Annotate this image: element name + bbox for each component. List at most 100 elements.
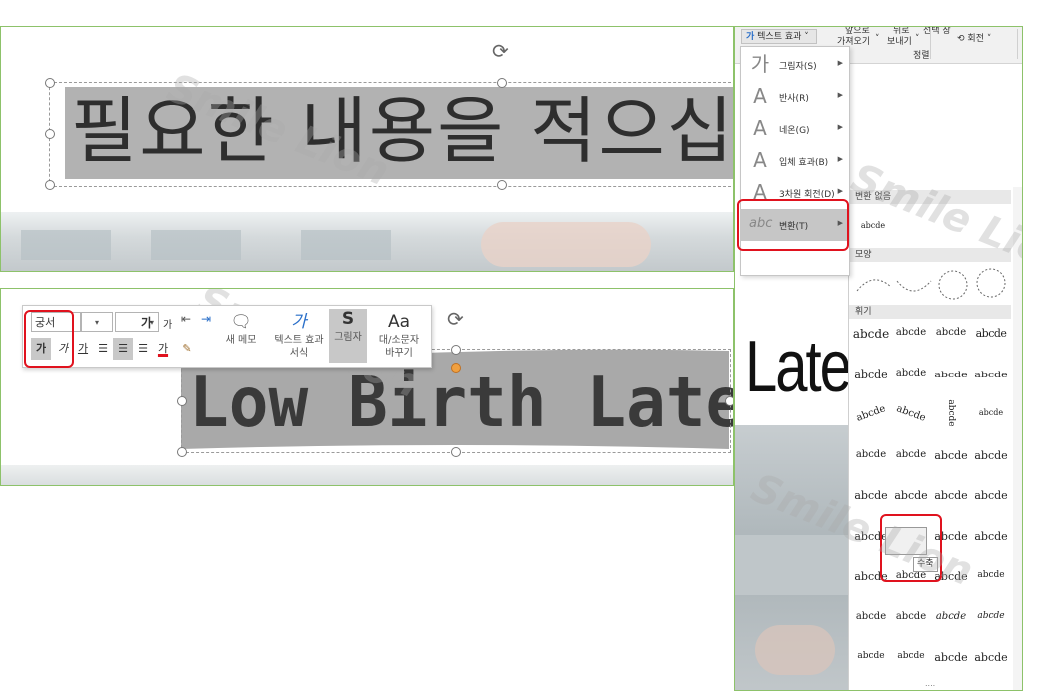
slide-panel-top: 필요한 내용을 적으십 ⟳ Smile Lion bbox=[0, 26, 734, 272]
resize-handle[interactable] bbox=[497, 78, 507, 88]
warp-option[interactable]: abcde bbox=[851, 651, 891, 661]
text-effects-label: 텍스트 효과 bbox=[757, 32, 802, 42]
new-memo-button[interactable]: 🗨 새 메모 bbox=[223, 312, 259, 347]
ribbon-menu-panel: 가 텍스트 효과 ˅ 앞으로 뒤로 선택 창 가져오기 ˅ 보내기 ˅ ⟲ 회전… bbox=[734, 26, 1023, 691]
rotate-icon: ⟲ bbox=[957, 34, 965, 44]
font-color-button[interactable]: 가 bbox=[153, 338, 173, 360]
resize-handle[interactable] bbox=[45, 78, 55, 88]
resize-handle[interactable] bbox=[497, 180, 507, 190]
rotate-handle-icon[interactable]: ⟳ bbox=[447, 307, 464, 331]
glow-effect-icon: A bbox=[753, 116, 767, 140]
warp-option[interactable]: abcde bbox=[851, 449, 891, 460]
chevron-right-icon: ▶ bbox=[837, 155, 843, 163]
highlight-box-transform bbox=[737, 199, 849, 251]
warp-option[interactable]: abcde bbox=[891, 651, 931, 661]
increase-indent-icon[interactable]: ⇥ bbox=[201, 312, 211, 326]
warp-option[interactable]: abcde bbox=[971, 449, 1011, 462]
rotate-handle-icon[interactable]: ⟳ bbox=[492, 39, 509, 63]
warp-option[interactable]: abcde bbox=[851, 368, 891, 381]
decrease-indent-icon[interactable]: ⇤ bbox=[181, 312, 191, 326]
text-box-selection[interactable] bbox=[49, 82, 733, 187]
format-painter-icon[interactable]: ✎ bbox=[177, 338, 197, 360]
ribbon-divider bbox=[1017, 29, 1018, 59]
align-right-icon[interactable]: ☰ bbox=[133, 338, 153, 360]
warp-option[interactable]: abcde bbox=[931, 449, 971, 462]
change-case-button[interactable]: Aa 대/소문자 바꾸기 bbox=[373, 312, 425, 360]
shadow-label: 그림자 bbox=[334, 332, 362, 343]
resize-handle[interactable] bbox=[725, 396, 733, 406]
adjust-handle[interactable] bbox=[451, 363, 461, 373]
shrink-font-button[interactable]: 가 bbox=[163, 316, 172, 331]
warp-option[interactable]: abcde bbox=[971, 327, 1011, 340]
resize-handle[interactable] bbox=[45, 129, 55, 139]
shape-arch-options[interactable] bbox=[853, 263, 1009, 303]
resize-handle[interactable] bbox=[451, 447, 461, 457]
warp-option[interactable]: abcde bbox=[851, 327, 891, 341]
chevron-right-icon: ▶ bbox=[837, 91, 843, 99]
warp-option[interactable]: abcde bbox=[850, 401, 891, 425]
warp-option[interactable]: abcde bbox=[931, 611, 971, 622]
warp-option[interactable]: abcde bbox=[851, 611, 891, 622]
resize-handle[interactable] bbox=[45, 180, 55, 190]
transform-gallery: 변환 없음 abcde 모양 휘기 abcde abcde abcde abcde ab… bbox=[848, 187, 1022, 690]
warp-option[interactable]: abcde bbox=[971, 651, 1011, 664]
text-effect-icon: 가 bbox=[291, 312, 307, 332]
no-transform-option[interactable]: abcde bbox=[853, 221, 893, 230]
shadow-button[interactable]: S 그림자 bbox=[329, 309, 367, 363]
warp-option[interactable]: abcde bbox=[946, 393, 956, 433]
resize-handle[interactable] bbox=[177, 396, 187, 406]
align-center-icon[interactable]: ☰ bbox=[113, 338, 133, 360]
menu-item-bevel[interactable]: A 입체 효과(B) ▶ bbox=[741, 145, 849, 177]
change-case-icon: Aa bbox=[387, 312, 411, 332]
warp-option[interactable]: abcde bbox=[971, 611, 1011, 621]
font-size-box[interactable]: ▾ bbox=[115, 312, 159, 332]
align-left-icon[interactable]: ☰ bbox=[93, 338, 113, 360]
warp-option[interactable]: abcde bbox=[890, 401, 931, 425]
menu-item-glow[interactable]: A 네온(G) ▶ bbox=[741, 113, 849, 145]
warp-option[interactable]: abcde bbox=[891, 449, 931, 460]
chevron-right-icon: ▶ bbox=[837, 187, 843, 195]
background-photo bbox=[735, 425, 848, 690]
warp-option[interactable]: abcde bbox=[971, 489, 1011, 502]
warp-option[interactable]: abcde bbox=[971, 530, 1011, 543]
arrange-group-label: 정렬 bbox=[913, 51, 930, 61]
menu-item-shadow[interactable]: 가 그림자(S) ▶ bbox=[741, 49, 849, 81]
warp-option[interactable]: abcde bbox=[851, 489, 891, 502]
warp-option[interactable]: abcde bbox=[891, 489, 931, 502]
shadow-icon: S bbox=[341, 309, 355, 329]
ribbon-divider bbox=[930, 29, 931, 59]
no-transform-header: 변환 없음 bbox=[849, 190, 1011, 204]
warp-option[interactable]: abcde bbox=[931, 369, 971, 378]
slide-background-strip: Late bbox=[735, 275, 852, 690]
chevron-down-icon: ˅ bbox=[875, 34, 880, 44]
text-effects-button[interactable]: 가 텍스트 효과 ˅ bbox=[741, 29, 817, 44]
mini-toolbar: 궁서 ▾ ▾ 가 가 ⇤ ⇥ 가 가 가 ☰ ☰ ☰ 가 ✎ 🗨 새 메모 가 … bbox=[22, 305, 432, 368]
warp-option[interactable]: abcde bbox=[931, 651, 971, 664]
text-effect-format-label: 텍스트 효과 서식 bbox=[274, 335, 324, 359]
warp-option[interactable]: abcde bbox=[971, 570, 1011, 580]
warp-option[interactable]: abcde bbox=[931, 489, 971, 502]
chevron-down-icon: ˅ bbox=[915, 34, 920, 44]
warp-option[interactable]: abcde bbox=[891, 368, 931, 379]
highlight-box-font bbox=[24, 310, 74, 368]
warp-option[interactable]: abcde bbox=[931, 327, 971, 338]
shadow-effect-icon: 가 bbox=[750, 52, 770, 76]
gallery-scrollbar[interactable] bbox=[1013, 187, 1022, 690]
underline-button[interactable]: 가 bbox=[73, 338, 93, 360]
warp-option[interactable]: abcde bbox=[971, 369, 1011, 378]
rotate-button[interactable]: ⟲ 회전 ˅ bbox=[957, 31, 991, 44]
grow-font-button[interactable]: 가 bbox=[141, 314, 152, 331]
text-effect-format-button[interactable]: 가 텍스트 효과 서식 bbox=[273, 312, 325, 360]
reflection-effect-icon: A bbox=[753, 84, 767, 108]
warp-option[interactable]: abcde bbox=[891, 327, 931, 338]
resize-handle[interactable] bbox=[177, 447, 187, 457]
warp-option[interactable]: abcde bbox=[971, 408, 1011, 417]
resize-handle[interactable] bbox=[451, 345, 461, 355]
more-indicator[interactable]: .... bbox=[925, 679, 935, 688]
background-photo bbox=[1, 465, 733, 485]
font-dropdown[interactable]: ▾ bbox=[81, 312, 113, 332]
ribbon-top-label: 선택 창 bbox=[923, 26, 951, 36]
warp-option[interactable]: abcde bbox=[891, 611, 931, 622]
send-backward-button[interactable]: 보내기 bbox=[887, 34, 912, 47]
menu-item-reflection[interactable]: A 반사(R) ▶ bbox=[741, 81, 849, 113]
